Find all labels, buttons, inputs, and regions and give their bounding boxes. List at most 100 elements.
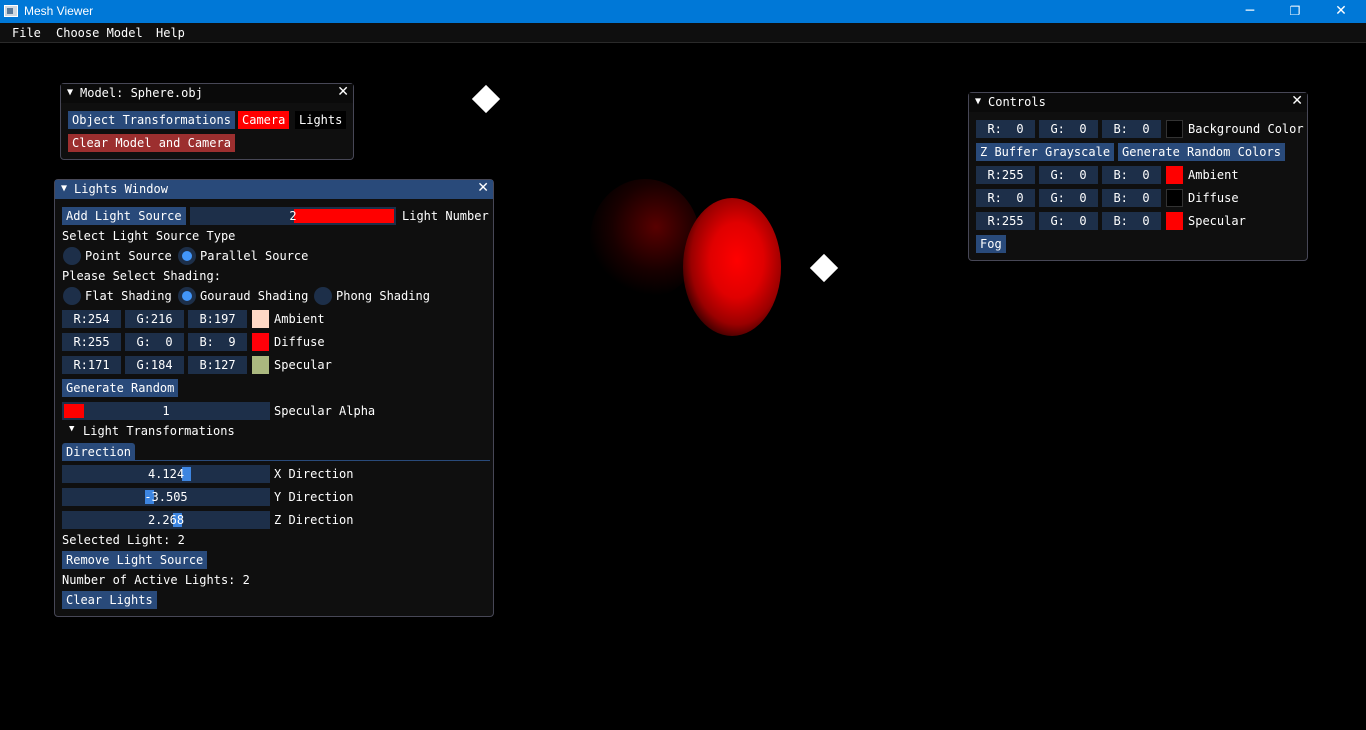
generate-random-button[interactable]: Generate Random — [62, 379, 179, 397]
phong-shading-label[interactable]: Phong Shading — [336, 289, 430, 303]
gouraud-shading-label[interactable]: Gouraud Shading — [200, 289, 308, 303]
tab-lights[interactable]: Lights — [295, 111, 347, 129]
add-light-button[interactable]: Add Light Source — [62, 207, 186, 225]
maximize-button[interactable]: ❐ — [1272, 0, 1318, 23]
bg-r-field[interactable]: R: 0 — [976, 120, 1035, 138]
radio-phong-shading[interactable] — [314, 287, 332, 305]
collapse-icon[interactable]: ▼ — [67, 87, 73, 98]
x-direction-value: 4.124 — [147, 467, 185, 481]
background-color-swatch[interactable] — [1166, 120, 1183, 138]
specular-alpha-slider[interactable]: 1 — [62, 402, 270, 420]
close-icon[interactable]: ✕ — [337, 84, 349, 100]
diffuse-r-field[interactable]: R: 0 — [976, 189, 1035, 207]
light-transformations-header[interactable]: Light Transformations — [83, 424, 235, 438]
title-bar: Mesh Viewer ─ ❐ ✕ — [0, 0, 1366, 23]
controls-window-title: Controls — [988, 95, 1046, 109]
parallel-source-label[interactable]: Parallel Source — [200, 249, 308, 263]
lights-window-header[interactable]: ▼ Lights Window ✕ — [55, 180, 493, 199]
ambient-label: Ambient — [1188, 168, 1239, 182]
model-window-title: Model: Sphere.obj — [80, 86, 203, 100]
tree-arrow-icon[interactable]: ▼ — [69, 424, 74, 434]
controls-window-header[interactable]: ▼ Controls ✕ — [969, 93, 1307, 112]
point-source-label[interactable]: Point Source — [85, 249, 172, 263]
remove-light-button[interactable]: Remove Light Source — [62, 551, 208, 569]
specular-label: Specular — [1188, 214, 1246, 228]
radio-gouraud-shading[interactable] — [178, 287, 196, 305]
y-direction-slider[interactable]: -3.505 — [62, 488, 270, 506]
tab-direction[interactable]: Direction — [62, 443, 136, 461]
bg-g-field[interactable]: G: 0 — [1039, 120, 1098, 138]
app-icon — [4, 5, 18, 17]
radio-point-source[interactable] — [63, 247, 81, 265]
light-marker-2[interactable] — [809, 253, 839, 283]
background-color-label: Background Color — [1188, 122, 1304, 136]
light-number-slider[interactable]: 2 — [190, 207, 396, 225]
collapse-icon[interactable]: ▼ — [61, 183, 67, 194]
diffuse-r-field[interactable]: R:255 — [62, 333, 121, 351]
specular-b-field[interactable]: B: 0 — [1102, 212, 1161, 230]
selected-light-text: Selected Light: 2 — [62, 533, 185, 547]
diffuse-g-field[interactable]: G: 0 — [1039, 189, 1098, 207]
close-icon[interactable]: ✕ — [1291, 93, 1303, 109]
specular-color-swatch[interactable] — [252, 356, 269, 374]
lights-window-title: Lights Window — [74, 182, 168, 196]
x-direction-slider[interactable]: 4.124 — [62, 465, 270, 483]
light-type-heading: Select Light Source Type — [62, 229, 236, 243]
ambient-g-field[interactable]: G:216 — [125, 310, 184, 328]
ambient-b-field[interactable]: B: 0 — [1102, 166, 1161, 184]
ambient-b-field[interactable]: B:197 — [188, 310, 247, 328]
diffuse-color-swatch[interactable] — [1166, 189, 1183, 207]
ambient-r-field[interactable]: R:255 — [976, 166, 1035, 184]
light-marker-1[interactable] — [471, 84, 501, 114]
clear-lights-button[interactable]: Clear Lights — [62, 591, 157, 609]
specular-label: Specular — [274, 358, 332, 372]
shading-heading: Please Select Shading: — [62, 269, 221, 283]
specular-alpha-value: 1 — [162, 404, 170, 418]
diffuse-b-field[interactable]: B: 9 — [188, 333, 247, 351]
radio-flat-shading[interactable] — [63, 287, 81, 305]
fog-button[interactable]: Fog — [976, 235, 1006, 253]
y-direction-label: Y Direction — [274, 490, 354, 504]
specular-color-swatch[interactable] — [1166, 212, 1183, 230]
z-buffer-grayscale-button[interactable]: Z Buffer Grayscale — [976, 143, 1115, 161]
specular-r-field[interactable]: R:171 — [62, 356, 121, 374]
specular-b-field[interactable]: B:127 — [188, 356, 247, 374]
menu-choose-model[interactable]: Choose Model — [56, 26, 143, 40]
sphere-model — [683, 198, 781, 336]
active-lights-text: Number of Active Lights: 2 — [62, 573, 250, 587]
window-title: Mesh Viewer — [24, 4, 94, 18]
diffuse-color-swatch[interactable] — [252, 333, 269, 351]
collapse-icon[interactable]: ▼ — [975, 96, 981, 107]
object-transformations-button[interactable]: Object Transformations — [68, 111, 235, 129]
y-direction-value: -3.505 — [144, 490, 188, 504]
diffuse-b-field[interactable]: B: 0 — [1102, 189, 1161, 207]
ambient-color-swatch[interactable] — [252, 310, 269, 328]
x-direction-label: X Direction — [274, 467, 354, 481]
ambient-g-field[interactable]: G: 0 — [1039, 166, 1098, 184]
ambient-r-field[interactable]: R:254 — [62, 310, 121, 328]
model-window-header[interactable]: ▼ Model: Sphere.obj ✕ — [61, 84, 353, 103]
ambient-label: Ambient — [274, 312, 325, 326]
specular-g-field[interactable]: G: 0 — [1039, 212, 1098, 230]
tab-camera[interactable]: Camera — [238, 111, 290, 129]
close-button[interactable]: ✕ — [1318, 0, 1364, 23]
diffuse-g-field[interactable]: G: 0 — [125, 333, 184, 351]
clear-model-camera-button[interactable]: Clear Model and Camera — [68, 134, 235, 152]
menu-file[interactable]: File — [12, 26, 41, 40]
menu-bar: File Choose Model Help — [0, 23, 1366, 43]
specular-r-field[interactable]: R:255 — [976, 212, 1035, 230]
tab-underline — [62, 460, 490, 461]
z-direction-slider[interactable]: 2.268 — [62, 511, 270, 529]
radio-parallel-source[interactable] — [178, 247, 196, 265]
ambient-color-swatch[interactable] — [1166, 166, 1183, 184]
minimize-button[interactable]: ─ — [1227, 0, 1273, 23]
diffuse-label: Diffuse — [274, 335, 325, 349]
generate-random-colors-button[interactable]: Generate Random Colors — [1118, 143, 1285, 161]
menu-help[interactable]: Help — [156, 26, 185, 40]
bg-b-field[interactable]: B: 0 — [1102, 120, 1161, 138]
model-window: ▼ Model: Sphere.obj ✕ Object Transformat… — [60, 83, 354, 160]
z-direction-label: Z Direction — [274, 513, 354, 527]
flat-shading-label[interactable]: Flat Shading — [85, 289, 172, 303]
specular-g-field[interactable]: G:184 — [125, 356, 184, 374]
close-icon[interactable]: ✕ — [477, 180, 489, 196]
